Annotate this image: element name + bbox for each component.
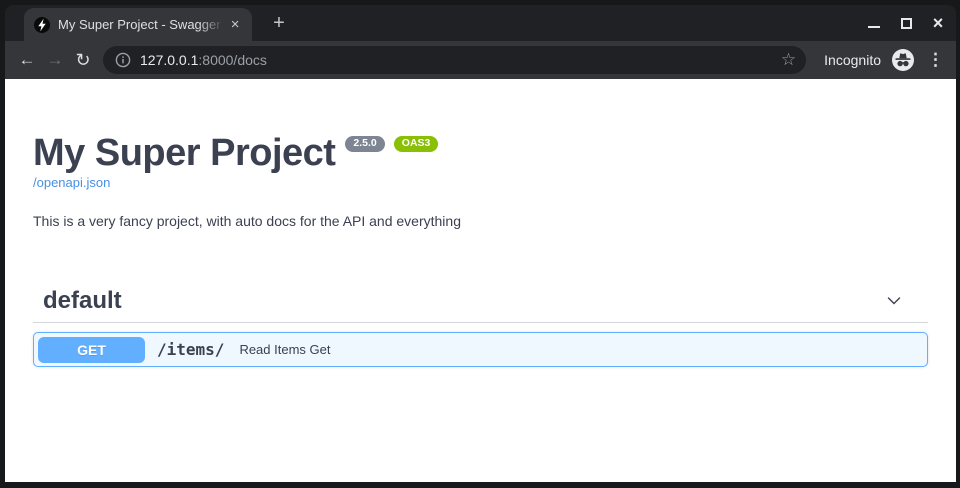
reload-button[interactable]: ↻ [69,46,97,74]
site-info-icon[interactable] [115,52,131,68]
tab-title: My Super Project - Swagger UI [58,17,224,32]
endpoint-row-get-items[interactable]: GET /items/ Read Items Get [33,332,928,367]
browser-chrome: My Super Project - Swagger UI × + × ← → … [5,5,956,482]
minimize-icon [868,26,880,28]
tab-my-super-project[interactable]: My Super Project - Swagger UI × [24,8,252,41]
close-icon: × [933,16,944,30]
browser-window: My Super Project - Swagger UI × + × ← → … [0,0,960,488]
maximize-icon [901,18,912,29]
openapi-spec-link[interactable]: /openapi.json [33,175,110,190]
title-row: My Super Project 2.5.0 OAS3 [33,133,929,173]
chevron-down-icon [884,291,904,311]
minimize-button[interactable] [866,15,882,31]
tab-close-icon[interactable]: × [226,16,244,34]
address-bar[interactable]: 127.0.0.1:8000/docs ☆ [103,46,806,74]
back-button[interactable]: ← [13,46,41,74]
close-button[interactable]: × [930,15,946,31]
incognito-label: Incognito [824,52,881,68]
page-title: My Super Project [33,133,335,173]
oas3-badge: OAS3 [394,136,439,152]
new-tab-button[interactable]: + [266,11,292,37]
url-text: 127.0.0.1:8000/docs [140,52,267,68]
maximize-button[interactable] [898,15,914,31]
url-host: 127.0.0.1 [140,52,198,68]
bookmark-star-icon[interactable]: ☆ [781,50,796,70]
section-header-default[interactable]: default [33,279,928,323]
badges: 2.5.0 OAS3 [345,136,438,152]
api-description: This is a very fancy project, with auto … [33,213,929,229]
browser-menu-icon[interactable]: ⋮ [927,50,944,70]
section-title: default [43,287,122,315]
endpoint-summary: Read Items Get [239,342,330,357]
url-path: :8000/docs [198,52,267,68]
tab-strip: My Super Project - Swagger UI × + × [5,5,956,41]
browser-toolbar: ← → ↻ 127.0.0.1:8000/docs ☆ Incognito [5,41,956,79]
version-badge: 2.5.0 [345,136,384,152]
endpoint-path: /items/ [157,340,224,359]
method-badge-get: GET [38,337,145,363]
swagger-ui-page: My Super Project 2.5.0 OAS3 /openapi.jso… [5,79,956,482]
window-controls: × [866,12,946,34]
forward-button[interactable]: → [41,46,69,74]
incognito-icon [891,48,915,72]
fastapi-favicon-icon [34,17,50,33]
